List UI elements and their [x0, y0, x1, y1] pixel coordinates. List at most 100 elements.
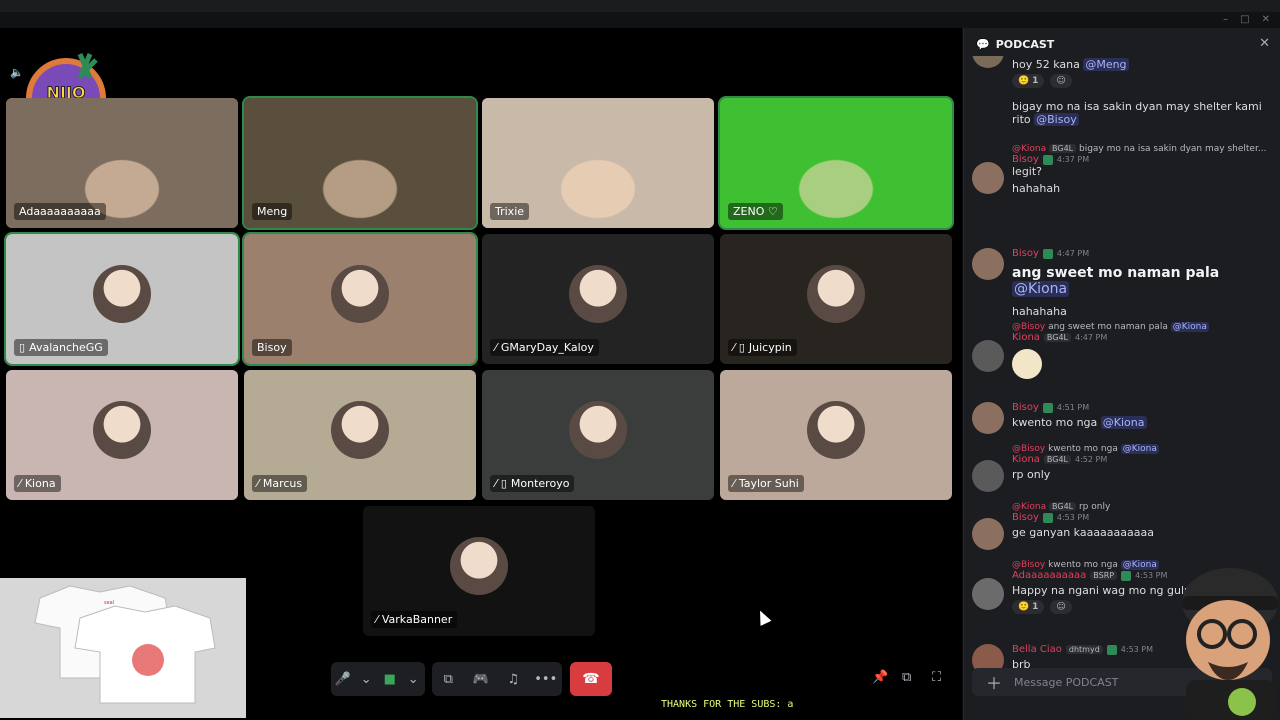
mic-muted-icon: ⁄: [733, 477, 735, 490]
message-text: ge ganyan kaaaaaaaaaaa: [1012, 526, 1154, 539]
minimize-button[interactable]: –: [1223, 14, 1228, 25]
close-window-button[interactable]: ✕: [1262, 14, 1270, 25]
avatar[interactable]: [972, 56, 1004, 68]
avatar[interactable]: [972, 248, 1004, 280]
participant-tile[interactable]: ⁄ VarkaBanner: [363, 506, 595, 636]
participant-tile[interactable]: ⁄ ▯ Juicypin: [720, 234, 952, 364]
chat-title: PODCAST: [995, 37, 1055, 51]
shirt-promo-image: seal: [0, 578, 246, 718]
participant-tile[interactable]: Bisoy: [242, 232, 478, 366]
participant-tile[interactable]: ⁄ Kiona: [6, 370, 238, 500]
mention[interactable]: @Meng: [1083, 58, 1129, 71]
mention[interactable]: @Bisoy: [1034, 113, 1079, 126]
message-author[interactable]: Bisoy 4:47 PM: [1012, 248, 1271, 259]
soundboard-icon[interactable]: ♫: [502, 668, 524, 690]
subs-ticker: THANKS FOR THE SUBS: a: [661, 699, 794, 710]
avatar[interactable]: [972, 162, 1004, 194]
pin-icon[interactable]: 📌: [872, 670, 888, 685]
reply-preview[interactable]: @Kiona BG4L bigay mo na isa sakin dyan m…: [1012, 144, 1271, 154]
participant-tile[interactable]: ⁄ Taylor Suhi: [720, 370, 952, 500]
avatar: [569, 401, 627, 459]
window-controls: – □ ✕: [1223, 14, 1270, 25]
avatar: [450, 537, 508, 595]
more-icon[interactable]: •••: [534, 668, 557, 690]
reply-preview[interactable]: @Bisoy kwento mo nga @Kiona: [1012, 444, 1271, 454]
role-badge-icon: [1121, 570, 1132, 581]
svg-text:seal: seal: [104, 600, 114, 606]
avatar[interactable]: [972, 340, 1004, 372]
participant-name-label: Taylor Suhi: [738, 477, 799, 490]
mention[interactable]: @Kiona: [1100, 416, 1147, 429]
participant-name-label: AvalancheGG: [29, 341, 103, 354]
participant-name-label: VarkaBanner: [381, 613, 453, 626]
participant-name: ⁄ GMaryDay_Kaloy: [490, 339, 599, 356]
avatar: [331, 401, 389, 459]
audio-video-group: 🎤 ⌄ ■ ⌄: [331, 662, 425, 696]
role-badge-icon: [1042, 512, 1053, 523]
reply-preview[interactable]: @Bisoy ang sweet mo naman pala @Kiona: [1012, 322, 1271, 332]
participant-name: ⁄ Taylor Suhi: [728, 475, 804, 492]
mic-muted-icon: ⁄: [495, 477, 497, 490]
call-stage: 🔈 NIJO PLAYS AdaaaaaaaaaaMengTrixieZENO …: [0, 28, 962, 720]
camera-icon[interactable]: ■: [379, 668, 401, 690]
mic-muted-icon: ⁄: [257, 477, 259, 490]
message-text: hahahaha: [1012, 305, 1067, 318]
mic-muted-icon: ⁄: [733, 341, 735, 354]
participant-name-label: Trixie: [495, 205, 525, 218]
avatar: [807, 265, 865, 323]
participant-name-label: ZENO ♡: [733, 205, 778, 218]
fullscreen-icon[interactable]: ⛶: [932, 670, 941, 685]
message-author[interactable]: Bisoy 4:51 PM: [1012, 402, 1271, 413]
participant-tile[interactable]: ▯ AvalancheGG: [4, 232, 240, 366]
title-bar: – □ ✕: [0, 0, 1280, 28]
activity-group: ⧉ 🎮 ♫ •••: [432, 662, 562, 696]
message-author[interactable]: Bisoy 4:37 PM: [1012, 154, 1271, 165]
message-author[interactable]: Kiona BG4L 4:52 PM: [1012, 454, 1271, 465]
avatar[interactable]: [972, 518, 1004, 550]
role-badge-icon: [1042, 402, 1053, 413]
avatar[interactable]: [972, 460, 1004, 492]
avatar[interactable]: [972, 402, 1004, 434]
participant-tile[interactable]: ZENO ♡: [718, 96, 954, 230]
role-badge-icon: [1106, 644, 1117, 655]
leave-call-button[interactable]: ☎: [570, 662, 612, 696]
reaction-row: 🙂 1 ☺: [1012, 74, 1271, 88]
microphone-icon[interactable]: 🎤: [332, 668, 354, 690]
add-reaction-icon[interactable]: ☺: [1050, 600, 1072, 614]
participant-name: Adaaaaaaaaaa: [14, 203, 106, 220]
activity-icon[interactable]: 🎮: [470, 668, 492, 690]
participant-tile[interactable]: ⁄ GMaryDay_Kaloy: [482, 234, 714, 364]
avatar[interactable]: [972, 578, 1004, 610]
participant-tile[interactable]: Meng: [242, 96, 478, 230]
chevron-down-icon[interactable]: ⌄: [402, 668, 424, 690]
mention[interactable]: @Kiona: [1012, 281, 1070, 297]
participant-name-label: Monteroyo: [510, 477, 570, 490]
add-reaction-icon[interactable]: ☺: [1050, 74, 1072, 88]
role-badge-icon: [1042, 154, 1053, 165]
message-author[interactable]: Kiona BG4L 4:47 PM: [1012, 332, 1271, 343]
message-author[interactable]: Bisoy 4:53 PM: [1012, 512, 1271, 523]
reply-preview[interactable]: @Kiona BG4L rp only: [1012, 502, 1271, 512]
message-text: kwento mo nga: [1012, 416, 1101, 429]
participant-tile[interactable]: ⁄ Marcus: [244, 370, 476, 500]
participant-name-label: Kiona: [24, 477, 56, 490]
mouse-cursor: [754, 608, 772, 626]
maximize-button[interactable]: □: [1240, 14, 1249, 25]
reaction-chip[interactable]: 🙂 1: [1012, 600, 1045, 614]
participant-name: ⁄ Marcus: [252, 475, 308, 492]
avatar: [807, 401, 865, 459]
participant-name: Bisoy: [252, 339, 292, 356]
reaction-chip[interactable]: 🙂 1: [1012, 74, 1045, 88]
message-text: ang sweet mo naman pala: [1012, 265, 1220, 281]
add-attachment-icon[interactable]: ＋: [986, 670, 1002, 694]
participant-tile[interactable]: Trixie: [482, 98, 714, 228]
chevron-down-icon[interactable]: ⌄: [355, 668, 377, 690]
streamer-mascot-image: [1182, 568, 1278, 720]
popout-icon[interactable]: ⧉: [902, 670, 911, 685]
leave-call-icon: ☎: [582, 671, 600, 687]
title-bar-strip: [0, 12, 1280, 28]
participant-tile[interactable]: ⁄ ▯ Monteroyo: [482, 370, 714, 500]
participant-tile[interactable]: Adaaaaaaaaaa: [6, 98, 238, 228]
screen-share-icon[interactable]: ⧉: [437, 668, 459, 690]
close-icon[interactable]: ✕: [1259, 36, 1270, 51]
